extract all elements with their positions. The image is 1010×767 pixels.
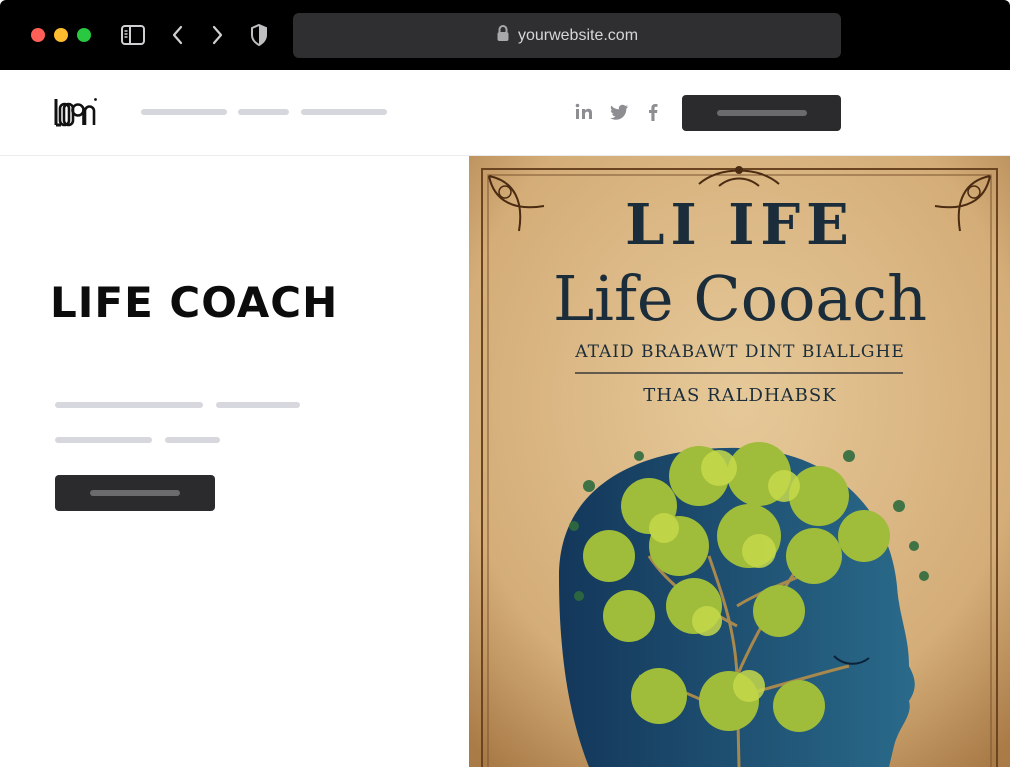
nav-link-placeholder[interactable] <box>141 109 227 115</box>
hero-title: LIFE COACH <box>50 278 339 327</box>
button-label-placeholder <box>716 110 807 116</box>
cover-line-2: Life Cooach <box>553 262 927 335</box>
button-label-placeholder <box>90 490 180 496</box>
text-line-placeholder <box>55 437 152 443</box>
shield-icon[interactable] <box>249 23 269 47</box>
hero-cta-button[interactable] <box>55 475 215 511</box>
nav-link-placeholder[interactable] <box>301 109 387 115</box>
minimize-window-button[interactable] <box>54 28 68 42</box>
url-text: yourwebsite.com <box>517 26 639 44</box>
sidebar-toggle-icon[interactable] <box>120 23 146 47</box>
forward-chevron-icon[interactable] <box>209 23 225 47</box>
cover-line-3: ATAID BRABAWT DINT BIALLGHE <box>574 342 905 362</box>
back-chevron-icon[interactable] <box>170 23 186 47</box>
lock-icon <box>496 24 510 47</box>
linkedin-icon[interactable] <box>574 102 594 122</box>
cover-line-4: THAS RALDHABSK <box>643 385 836 406</box>
text-line-placeholder <box>216 402 300 408</box>
header-cta-button[interactable] <box>682 95 841 131</box>
book-cover-image: LI IFE Life Cooach ATAID BRABAWT DINT BI… <box>469 156 1010 767</box>
browser-toolbar: yourwebsite.com <box>0 0 1010 70</box>
maximize-window-button[interactable] <box>77 28 91 42</box>
nav-link-placeholder[interactable] <box>238 109 289 115</box>
site-header <box>0 70 1010 156</box>
cover-line-1: LI IFE <box>625 192 855 258</box>
site-logo[interactable] <box>54 96 98 130</box>
close-window-button[interactable] <box>31 28 45 42</box>
twitter-icon[interactable] <box>609 102 629 122</box>
text-line-placeholder <box>165 437 220 443</box>
facebook-icon[interactable] <box>643 102 663 122</box>
address-bar[interactable]: yourwebsite.com <box>293 13 841 58</box>
text-line-placeholder <box>55 402 203 408</box>
